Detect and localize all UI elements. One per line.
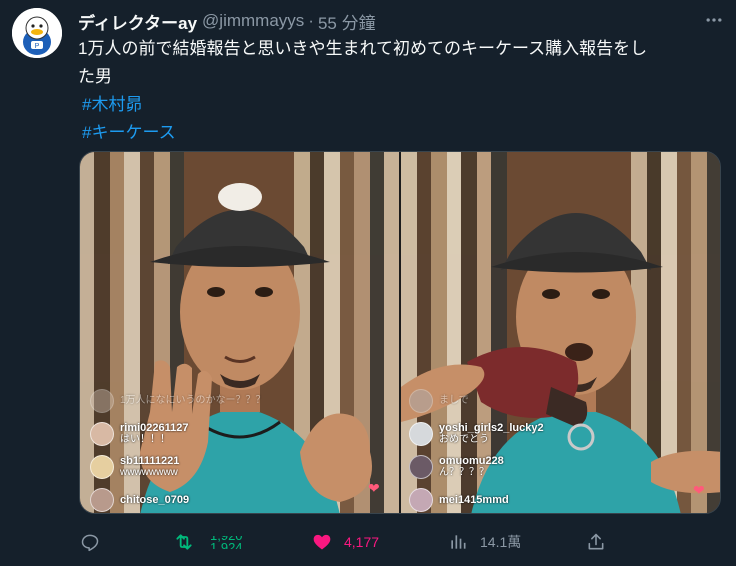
commenter-avatar: [409, 455, 433, 479]
comment-text: ましで: [439, 395, 469, 406]
timestamp[interactable]: 55 分鐘: [318, 9, 376, 34]
tweet-media[interactable]: 1万人になにいうのかなー？？？ rimi02261127 はい！！！ sb111…: [79, 151, 721, 514]
views-button[interactable]: 14.1萬: [448, 527, 521, 557]
avatar[interactable]: P: [12, 8, 62, 58]
user-handle[interactable]: @jimmmayys: [202, 11, 304, 31]
display-name[interactable]: ディレクターay: [78, 9, 197, 34]
like-button[interactable]: 4,177: [312, 527, 379, 557]
tweet-text: 1万人の前で結婚報告と思いきや生まれて初めてのキーケース購入報告をし た男 #木…: [78, 35, 718, 147]
live-comments: ましで yoshi_girls2_lucky2 おめでとう omuomu228 …: [409, 388, 709, 513]
tweet-header: ディレクターay @jimmmayys · 55 分鐘: [78, 9, 376, 34]
commenter-avatar: [90, 422, 114, 446]
comment-text: はい！！！: [120, 434, 170, 445]
retweet-count: 1,920 1,924: [210, 530, 243, 554]
comment-row: sb11111221 wwwwwwww: [90, 454, 390, 480]
tweet-text-line: た男: [78, 67, 112, 86]
comment-row: rimi02261127 はい！！！: [90, 421, 390, 447]
comment-row: 1万人になにいうのかなー？？？: [90, 388, 390, 414]
like-count: 4,177: [344, 534, 380, 550]
comment-row: mei1415mmd: [409, 487, 709, 513]
video-frame-right[interactable]: ましで yoshi_girls2_lucky2 おめでとう omuomu228 …: [401, 152, 720, 513]
tweet-text-line: 1万人の前で結婚報告と思いきや生まれて初めてのキーケース購入報告をし: [78, 39, 648, 58]
share-icon: [588, 533, 604, 550]
comment-row: chitose_0709: [90, 487, 390, 513]
views-icon: [451, 535, 466, 549]
retweet-count-current: 1,924: [210, 540, 243, 555]
commenter-name: mei1415mmd: [439, 494, 509, 506]
comment-text: おめでとう: [439, 434, 489, 445]
comment-body: sb11111221 wwwwwwww: [120, 455, 179, 479]
commenter-avatar: [409, 488, 433, 512]
tweet-actions: 1,920 1,924 4,177 14.1萬: [78, 527, 638, 557]
hashtag-link[interactable]: #木村昴: [82, 91, 718, 119]
separator-dot: ·: [308, 11, 314, 30]
commenter-name: chitose_0709: [120, 494, 190, 506]
comment-body: yoshi_girls2_lucky2 おめでとう: [439, 422, 544, 446]
video-frame-left[interactable]: 1万人になにいうのかなー？？？ rimi02261127 はい！！！ sb111…: [80, 152, 399, 513]
more-icon: [706, 18, 722, 22]
commenter-name: omuomu228: [439, 455, 504, 467]
hashtag-link[interactable]: #キーケース: [82, 119, 718, 147]
comment-row: yoshi_girls2_lucky2 おめでとう: [409, 421, 709, 447]
view-count: 14.1萬: [480, 534, 522, 550]
tweet[interactable]: P ディレクターay @jimmmayys · 55 分鐘 1万人の前で結婚報告…: [0, 0, 736, 566]
heart-icon: [313, 534, 331, 550]
commenter-name: yoshi_girls2_lucky2: [439, 422, 544, 434]
comment-body: mei1415mmd: [439, 494, 509, 506]
commenter-avatar: [409, 389, 433, 413]
comment-row: omuomu228 ん？？？？: [409, 454, 709, 480]
retweet-count-previous: 1,920: [210, 528, 243, 543]
commenter-avatar: [90, 389, 114, 413]
comment-body: omuomu228 ん？？？？: [439, 455, 504, 479]
reply-icon: [81, 534, 99, 552]
more-button[interactable]: [702, 8, 726, 32]
comment-text: wwwwwwww: [120, 467, 178, 478]
retweet-icon: [176, 534, 192, 550]
floating-heart-icon: ❤: [693, 482, 705, 498]
comment-row: ましで: [409, 388, 709, 414]
comment-text: 1万人になにいうのかなー？？？: [120, 395, 266, 406]
retweet-button[interactable]: 1,920 1,924: [174, 527, 243, 557]
comment-body: 1万人になにいうのかなー？？？: [120, 395, 266, 407]
svg-text:P: P: [35, 43, 40, 50]
commenter-name: rimi02261127: [120, 422, 189, 434]
live-comments: 1万人になにいうのかなー？？？ rimi02261127 はい！！！ sb111…: [90, 388, 390, 513]
share-button[interactable]: [586, 527, 606, 557]
comment-body: chitose_0709: [120, 494, 189, 506]
comment-body: ましで: [439, 395, 469, 407]
commenter-name: sb11111221: [120, 455, 180, 467]
reply-button[interactable]: [80, 527, 100, 557]
comment-body: rimi02261127 はい！！！: [120, 422, 189, 446]
commenter-avatar: [90, 455, 114, 479]
commenter-avatar: [409, 422, 433, 446]
floating-heart-icon: ❤: [368, 480, 380, 496]
comment-text: ん？？？？: [439, 467, 489, 478]
commenter-avatar: [90, 488, 114, 512]
duck-mascot-icon: P: [12, 8, 62, 58]
